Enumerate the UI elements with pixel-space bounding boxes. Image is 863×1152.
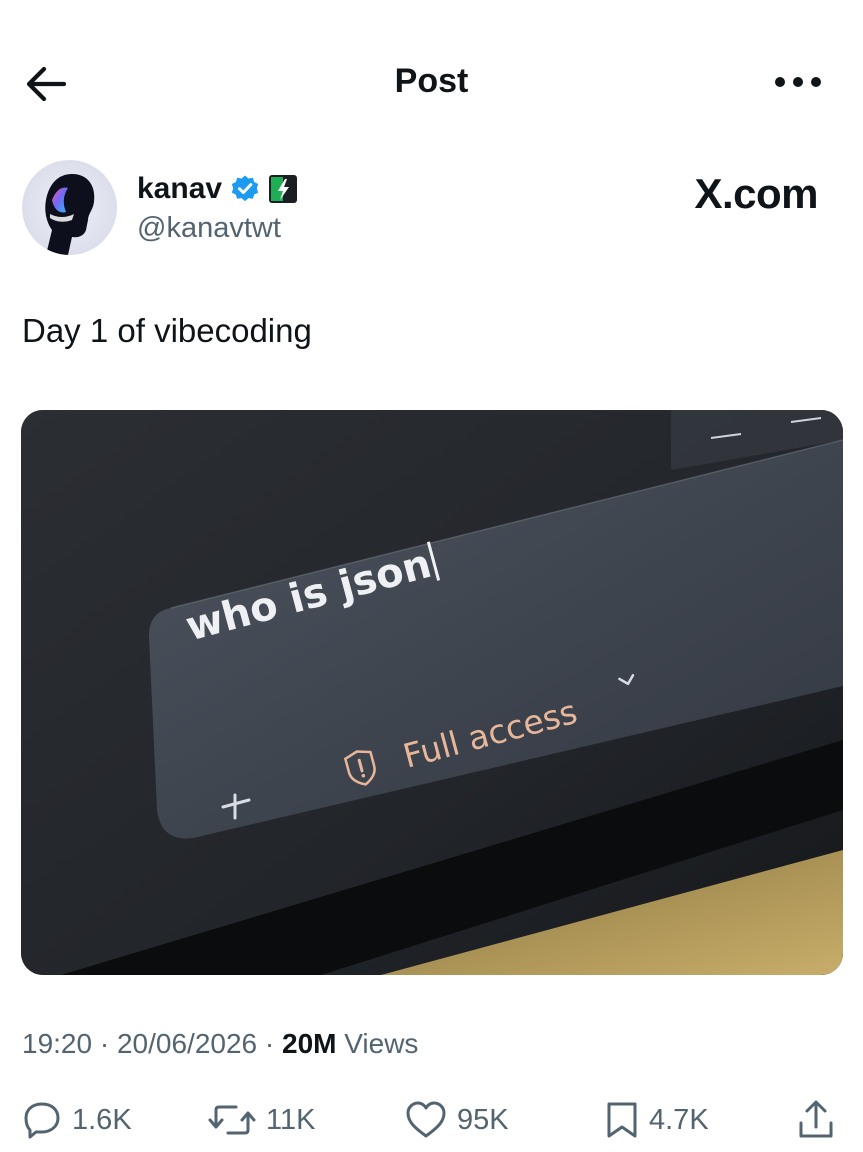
meta-separator: · xyxy=(257,1028,282,1059)
top-bar: Post xyxy=(0,0,863,165)
bookmark-button[interactable]: 4.7K xyxy=(605,1092,709,1148)
reply-count: 1.6K xyxy=(72,1103,132,1136)
bookmark-count: 4.7K xyxy=(649,1103,709,1136)
post-media[interactable]: who is json Full access xyxy=(21,410,843,975)
author-name[interactable]: kanav xyxy=(137,172,222,206)
repost-button[interactable]: 11K xyxy=(208,1092,315,1148)
reply-button[interactable]: 1.6K xyxy=(22,1092,132,1148)
verified-badge-icon xyxy=(231,175,259,202)
action-bar: 1.6K 11K 95K 4.7K xyxy=(0,1092,863,1152)
share-button[interactable] xyxy=(796,1092,836,1148)
bookmark-icon xyxy=(607,1102,637,1138)
avatar-image xyxy=(22,160,117,255)
like-button[interactable]: 95K xyxy=(405,1092,509,1148)
author-handle[interactable]: @kanavtwt xyxy=(137,212,281,245)
repost-icon xyxy=(208,1105,256,1135)
author-row: kanav @kanavtwt X.com xyxy=(22,160,842,260)
name-row: kanav xyxy=(137,172,298,206)
heart-icon xyxy=(406,1101,446,1138)
post-date[interactable]: 20/06/2026 xyxy=(117,1028,257,1059)
like-count: 95K xyxy=(457,1103,509,1136)
watermark: X.com xyxy=(694,170,818,217)
more-horizontal-icon xyxy=(775,77,821,87)
reply-icon xyxy=(24,1102,60,1139)
lightning-badge-icon xyxy=(269,175,298,203)
views-count: 20M xyxy=(282,1028,337,1059)
media-image xyxy=(21,410,843,975)
page-title: Post xyxy=(394,62,469,100)
post-text: Day 1 of vibecoding xyxy=(22,312,312,349)
repost-count: 11K xyxy=(266,1103,316,1136)
avatar[interactable] xyxy=(22,160,117,255)
meta-separator: · xyxy=(92,1028,117,1059)
share-icon xyxy=(799,1100,833,1138)
views-label: Views xyxy=(336,1028,419,1059)
post-meta: 19:20 · 20/06/2026 · 20M Views xyxy=(22,1028,418,1060)
post-time[interactable]: 19:20 xyxy=(22,1028,92,1059)
more-button[interactable] xyxy=(770,64,826,100)
